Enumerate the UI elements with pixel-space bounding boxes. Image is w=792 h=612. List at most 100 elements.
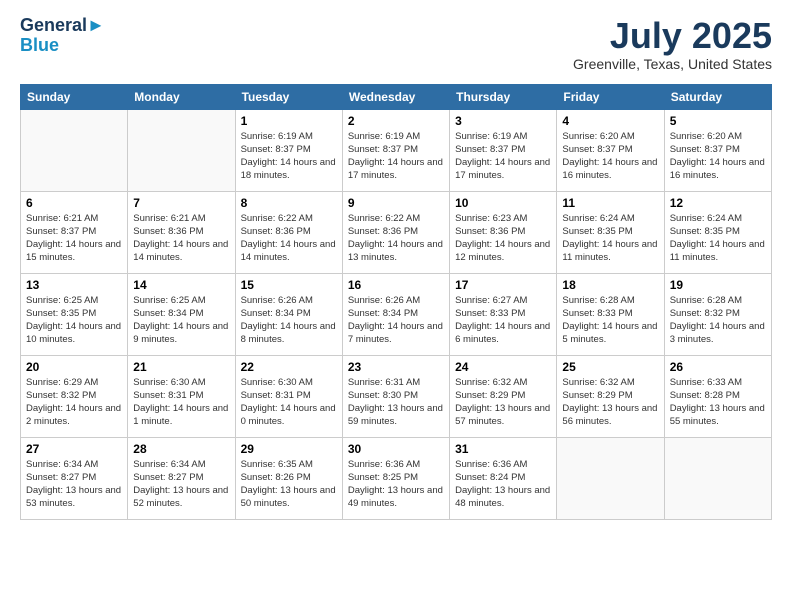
day-info: Sunrise: 6:29 AMSunset: 8:32 PMDaylight:… xyxy=(26,376,122,429)
cell-w5-d1: 28 Sunrise: 6:34 AMSunset: 8:27 PMDayligh… xyxy=(128,437,235,519)
cell-w3-d2: 15 Sunrise: 6:26 AMSunset: 8:34 PMDayligh… xyxy=(235,273,342,355)
cell-w3-d4: 17Sunrise: 6:27 AMSunset: 8:33 PMDayligh… xyxy=(450,273,557,355)
month-title: July 2025 xyxy=(573,16,772,56)
cell-w2-d2: 8 Sunrise: 6:22 AMSunset: 8:36 PMDaylight… xyxy=(235,191,342,273)
day-number: 31 xyxy=(455,442,551,456)
day-info: Sunrise: 6:22 AMSunset: 8:36 PMDaylight:… xyxy=(348,212,444,265)
day-number: 30 xyxy=(348,442,444,456)
week-row-2: 6 Sunrise: 6:21 AMSunset: 8:37 PMDaylight… xyxy=(21,191,772,273)
day-info: Sunrise: 6:21 AMSunset: 8:36 PMDaylight:… xyxy=(133,212,229,265)
day-info: Sunrise: 6:25 AMSunset: 8:35 PMDaylight:… xyxy=(26,294,122,347)
day-number: 27 xyxy=(26,442,122,456)
day-info: Sunrise: 6:24 AMSunset: 8:35 PMDaylight:… xyxy=(670,212,766,265)
cell-w2-d1: 7Sunrise: 6:21 AMSunset: 8:36 PMDaylight… xyxy=(128,191,235,273)
day-info: Sunrise: 6:25 AMSunset: 8:34 PMDaylight:… xyxy=(133,294,229,347)
day-number: 15 xyxy=(241,278,337,292)
day-info: Sunrise: 6:30 AMSunset: 8:31 PMDaylight:… xyxy=(241,376,337,429)
day-info: Sunrise: 6:26 AMSunset: 8:34 PMDaylight:… xyxy=(241,294,337,347)
cell-w4-d3: 23 Sunrise: 6:31 AMSunset: 8:30 PMDayligh… xyxy=(342,355,449,437)
cell-w5-d6 xyxy=(664,437,771,519)
day-number: 11 xyxy=(562,196,658,210)
day-number: 23 xyxy=(348,360,444,374)
day-info: Sunrise: 6:20 AMSunset: 8:37 PMDaylight:… xyxy=(562,130,658,183)
cell-w1-d3: 2Sunrise: 6:19 AMSunset: 8:37 PMDaylight… xyxy=(342,109,449,191)
day-number: 9 xyxy=(348,196,444,210)
cell-w4-d4: 24 Sunrise: 6:32 AMSunset: 8:29 PMDayligh… xyxy=(450,355,557,437)
col-tuesday: Tuesday xyxy=(235,84,342,109)
day-info: Sunrise: 6:33 AMSunset: 8:28 PMDaylight:… xyxy=(670,376,766,429)
col-saturday: Saturday xyxy=(664,84,771,109)
cell-w5-d2: 29 Sunrise: 6:35 AMSunset: 8:26 PMDayligh… xyxy=(235,437,342,519)
day-number: 1 xyxy=(241,114,337,128)
day-number: 28 xyxy=(133,442,229,456)
day-number: 20 xyxy=(26,360,122,374)
cell-w4-d0: 20 Sunrise: 6:29 AMSunset: 8:32 PMDayligh… xyxy=(21,355,128,437)
cell-w1-d2: 1 Sunrise: 6:19 AMSunset: 8:37 PMDaylight… xyxy=(235,109,342,191)
week-row-4: 20 Sunrise: 6:29 AMSunset: 8:32 PMDayligh… xyxy=(21,355,772,437)
cell-w4-d5: 25 Sunrise: 6:32 AMSunset: 8:29 PMDayligh… xyxy=(557,355,664,437)
cell-w3-d1: 14 Sunrise: 6:25 AMSunset: 8:34 PMDayligh… xyxy=(128,273,235,355)
logo-accent: ► xyxy=(87,15,105,35)
day-info: Sunrise: 6:19 AMSunset: 8:37 PMDaylight:… xyxy=(241,130,337,183)
weekday-header-row: Sunday Monday Tuesday Wednesday Thursday… xyxy=(21,84,772,109)
cell-w5-d5 xyxy=(557,437,664,519)
header: General► Blue July 2025 Greenville, Texa… xyxy=(20,16,772,72)
cell-w1-d6: 5Sunrise: 6:20 AMSunset: 8:37 PMDaylight… xyxy=(664,109,771,191)
cell-w3-d3: 16 Sunrise: 6:26 AMSunset: 8:34 PMDayligh… xyxy=(342,273,449,355)
col-sunday: Sunday xyxy=(21,84,128,109)
cell-w2-d6: 12 Sunrise: 6:24 AMSunset: 8:35 PMDayligh… xyxy=(664,191,771,273)
col-thursday: Thursday xyxy=(450,84,557,109)
day-info: Sunrise: 6:30 AMSunset: 8:31 PMDaylight:… xyxy=(133,376,229,429)
cell-w4-d1: 21Sunrise: 6:30 AMSunset: 8:31 PMDayligh… xyxy=(128,355,235,437)
calendar: Sunday Monday Tuesday Wednesday Thursday… xyxy=(20,84,772,520)
day-number: 14 xyxy=(133,278,229,292)
day-info: Sunrise: 6:22 AMSunset: 8:36 PMDaylight:… xyxy=(241,212,337,265)
day-number: 16 xyxy=(348,278,444,292)
logo: General► Blue xyxy=(20,16,105,56)
day-info: Sunrise: 6:21 AMSunset: 8:37 PMDaylight:… xyxy=(26,212,122,265)
cell-w4-d2: 22 Sunrise: 6:30 AMSunset: 8:31 PMDayligh… xyxy=(235,355,342,437)
col-wednesday: Wednesday xyxy=(342,84,449,109)
logo-blue: Blue xyxy=(20,35,59,55)
day-number: 4 xyxy=(562,114,658,128)
cell-w5-d0: 27 Sunrise: 6:34 AMSunset: 8:27 PMDayligh… xyxy=(21,437,128,519)
logo-text: General► Blue xyxy=(20,16,105,56)
cell-w2-d3: 9 Sunrise: 6:22 AMSunset: 8:36 PMDaylight… xyxy=(342,191,449,273)
cell-w2-d5: 11 Sunrise: 6:24 AMSunset: 8:35 PMDayligh… xyxy=(557,191,664,273)
day-info: Sunrise: 6:27 AMSunset: 8:33 PMDaylight:… xyxy=(455,294,551,347)
day-info: Sunrise: 6:23 AMSunset: 8:36 PMDaylight:… xyxy=(455,212,551,265)
day-number: 6 xyxy=(26,196,122,210)
day-number: 8 xyxy=(241,196,337,210)
day-info: Sunrise: 6:34 AMSunset: 8:27 PMDaylight:… xyxy=(133,458,229,511)
cell-w5-d3: 30Sunrise: 6:36 AMSunset: 8:25 PMDayligh… xyxy=(342,437,449,519)
day-number: 22 xyxy=(241,360,337,374)
day-info: Sunrise: 6:26 AMSunset: 8:34 PMDaylight:… xyxy=(348,294,444,347)
cell-w5-d4: 31Sunrise: 6:36 AMSunset: 8:24 PMDayligh… xyxy=(450,437,557,519)
day-number: 2 xyxy=(348,114,444,128)
week-row-3: 13 Sunrise: 6:25 AMSunset: 8:35 PMDayligh… xyxy=(21,273,772,355)
day-info: Sunrise: 6:32 AMSunset: 8:29 PMDaylight:… xyxy=(455,376,551,429)
day-number: 24 xyxy=(455,360,551,374)
page: General► Blue July 2025 Greenville, Texa… xyxy=(0,0,792,540)
cell-w3-d0: 13 Sunrise: 6:25 AMSunset: 8:35 PMDayligh… xyxy=(21,273,128,355)
day-number: 29 xyxy=(241,442,337,456)
day-info: Sunrise: 6:24 AMSunset: 8:35 PMDaylight:… xyxy=(562,212,658,265)
day-info: Sunrise: 6:28 AMSunset: 8:33 PMDaylight:… xyxy=(562,294,658,347)
cell-w3-d6: 19Sunrise: 6:28 AMSunset: 8:32 PMDayligh… xyxy=(664,273,771,355)
day-number: 13 xyxy=(26,278,122,292)
day-info: Sunrise: 6:31 AMSunset: 8:30 PMDaylight:… xyxy=(348,376,444,429)
day-number: 26 xyxy=(670,360,766,374)
day-number: 12 xyxy=(670,196,766,210)
col-friday: Friday xyxy=(557,84,664,109)
day-info: Sunrise: 6:32 AMSunset: 8:29 PMDaylight:… xyxy=(562,376,658,429)
day-info: Sunrise: 6:35 AMSunset: 8:26 PMDaylight:… xyxy=(241,458,337,511)
day-info: Sunrise: 6:34 AMSunset: 8:27 PMDaylight:… xyxy=(26,458,122,511)
day-number: 5 xyxy=(670,114,766,128)
day-info: Sunrise: 6:19 AMSunset: 8:37 PMDaylight:… xyxy=(455,130,551,183)
col-monday: Monday xyxy=(128,84,235,109)
cell-w4-d6: 26 Sunrise: 6:33 AMSunset: 8:28 PMDayligh… xyxy=(664,355,771,437)
title-block: July 2025 Greenville, Texas, United Stat… xyxy=(573,16,772,72)
day-number: 25 xyxy=(562,360,658,374)
day-number: 3 xyxy=(455,114,551,128)
cell-w1-d5: 4 Sunrise: 6:20 AMSunset: 8:37 PMDaylight… xyxy=(557,109,664,191)
